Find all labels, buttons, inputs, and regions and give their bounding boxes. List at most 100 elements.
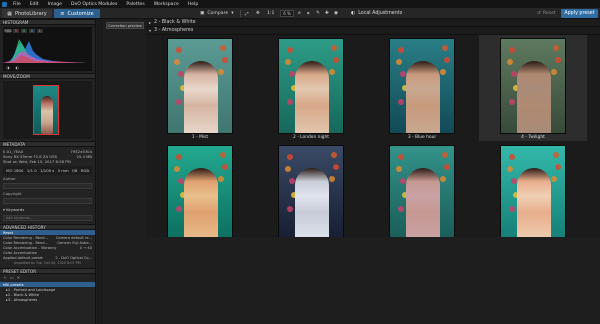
group-header[interactable]: ▸ 2 - Black & White	[146, 19, 600, 27]
exif-aperture: 1/1 0	[26, 168, 37, 173]
crop-button[interactable]: ⌗	[307, 10, 310, 17]
repair-button[interactable]: ✚	[325, 10, 329, 17]
hand-button[interactable]: ✥	[256, 10, 260, 17]
fit-icon: ⤢	[245, 11, 249, 17]
history-name: Color Accentuation	[3, 250, 38, 255]
new-preset-icon[interactable]: ＋	[3, 275, 7, 281]
preset-thumbnail[interactable]: 8 - Old school	[479, 142, 587, 248]
portrait-figure	[406, 61, 440, 133]
menu-image[interactable]: Image	[48, 2, 62, 7]
history-name: Color Rendering - Rend...	[3, 240, 48, 245]
ornament	[285, 166, 291, 172]
ornament	[507, 166, 513, 172]
channel-l[interactable]: L	[37, 29, 43, 33]
ornament	[176, 47, 182, 53]
movezoom-navigator[interactable]	[3, 81, 92, 139]
local-adjustments-button[interactable]: ◐ Local Adjustments	[351, 10, 402, 17]
tab-photolibrary-label: PhotoLibrary	[14, 10, 47, 17]
author-field[interactable]	[3, 183, 92, 189]
reset-icon: ↺	[537, 11, 541, 16]
preset-thumbnail[interactable]: 4 - Twilight	[479, 35, 587, 141]
thumbnail-image	[500, 38, 566, 134]
group-label: 2 - Black & White	[154, 20, 196, 25]
copyright-field[interactable]	[3, 198, 92, 204]
thumbnail-image	[389, 38, 455, 134]
channel-b[interactable]: B	[29, 29, 35, 33]
thumbnail-caption: 1 - Mist	[191, 135, 209, 140]
history-row[interactable]: Color Rendering - Rend... Camera default …	[0, 235, 95, 240]
navigator-thumbnail[interactable]	[33, 85, 59, 135]
channel-r[interactable]: R	[13, 29, 19, 33]
histogram-title[interactable]: HISTOGRAM	[0, 19, 95, 25]
ornament	[176, 99, 182, 105]
ornament	[444, 164, 450, 170]
shadow-clipping-icon[interactable]: ◑	[6, 65, 10, 70]
ornament	[329, 69, 335, 75]
thumbnail-caption: 4 - Twilight	[521, 135, 545, 140]
compare-label: Compare	[207, 11, 229, 16]
history-name: Reset	[3, 230, 14, 235]
copyright-label: Copyright	[0, 190, 95, 197]
history-row[interactable]: Color Accentuation - Vibrancy 0 → 40	[0, 245, 95, 250]
local-adjustments-label: Local Adjustments	[358, 11, 403, 16]
copyright-label-text: Copyright	[3, 191, 22, 196]
gallery-empty-area	[146, 237, 600, 324]
preset-tree-item[interactable]: ▸ 3 - Atmospheres	[0, 297, 95, 302]
preset-thumbnail[interactable]: 3 - Blue hour	[368, 35, 476, 141]
fit-button[interactable]: ⤢	[245, 10, 249, 17]
menu-palettes[interactable]: Palettes	[126, 2, 144, 7]
folder-icon[interactable]: ▭	[10, 275, 14, 281]
delete-icon[interactable]: ✕	[17, 275, 20, 281]
apply-preset-button[interactable]: Apply preset	[561, 9, 598, 18]
group-header[interactable]: ▾ 3 - Atmospheres	[146, 27, 600, 35]
channel-g[interactable]: G	[21, 29, 27, 33]
left-panel: HISTOGRAM RGB R G B L ◑ ◐ MOVE/ZOOM META…	[0, 19, 96, 324]
preset-thumbnail[interactable]: 5 - Old film	[146, 142, 254, 248]
ornament	[396, 166, 402, 172]
chevron-right-icon: ▸	[149, 20, 152, 25]
panel-collapse-strip[interactable]	[97, 19, 103, 324]
menu-workspace[interactable]: Workspace	[154, 2, 179, 7]
tab-photolibrary[interactable]: ▦ PhotoLibrary	[2, 9, 52, 18]
ornament	[287, 154, 293, 160]
menu-edit[interactable]: Edit	[30, 2, 39, 7]
straighten-button[interactable]: ⌀	[298, 10, 301, 17]
portrait-figure	[517, 168, 551, 240]
menu-file[interactable]: File	[13, 2, 21, 7]
keywords-input[interactable]: Add keywords...	[3, 215, 92, 221]
tab-customize-label: Customize	[67, 10, 94, 17]
sliders-icon: ≡	[60, 10, 65, 17]
chevron-down-icon: ▾	[231, 11, 234, 16]
ornament	[444, 57, 450, 63]
menu-optics-modules[interactable]: DxO Optics Modules	[71, 2, 117, 7]
red-eye-button[interactable]: ✎	[316, 10, 320, 17]
thumbnail-image	[278, 145, 344, 241]
history-row[interactable]: Color Rendering - Rend... Generic Fuji As…	[0, 240, 95, 245]
preset-thumbnail[interactable]: 2 - London night	[257, 35, 365, 141]
author-label: Author	[0, 175, 95, 182]
zoom-percent-select[interactable]: 6 %	[280, 10, 294, 17]
ornament	[509, 99, 515, 105]
channel-rgb[interactable]: RGB	[4, 29, 12, 33]
local-adjustments-icon: ◐	[351, 11, 356, 16]
zoom-value[interactable]: 1:1	[267, 10, 274, 17]
ornament	[553, 152, 559, 158]
main-toolbar: ▦ PhotoLibrary ≡ Customize ▣ Compare ▾ ⤢…	[0, 8, 600, 19]
keywords-header[interactable]: ▾ Keywords	[0, 205, 95, 214]
preset-thumbnail[interactable]: 6 - Polar	[257, 142, 365, 248]
ornament	[220, 152, 226, 158]
preset-thumbnail[interactable]: 1 - Mist	[146, 35, 254, 141]
ornament	[222, 57, 228, 63]
thumbnail-grid: 1 - Mist 2 - London night 3 - Blue hour 4 -…	[146, 35, 600, 247]
tab-customize[interactable]: ≡ Customize	[54, 9, 100, 18]
correction-preview-button[interactable]: Correction preview	[106, 22, 144, 29]
menu-help[interactable]: Help	[188, 2, 198, 7]
eye-button[interactable]: ◉	[334, 10, 338, 17]
highlight-clipping-icon[interactable]: ◐	[16, 65, 20, 70]
history-value: Generic Fuji Astia...	[57, 240, 92, 245]
ornament	[551, 69, 557, 75]
movezoom-title[interactable]: MOVE/ZOOM	[0, 73, 95, 79]
reset-button[interactable]: ↺ Reset	[537, 10, 556, 17]
preset-thumbnail[interactable]: 7 - Heather purple	[368, 142, 476, 248]
compare-button[interactable]: ▣ Compare ▾	[200, 10, 234, 17]
